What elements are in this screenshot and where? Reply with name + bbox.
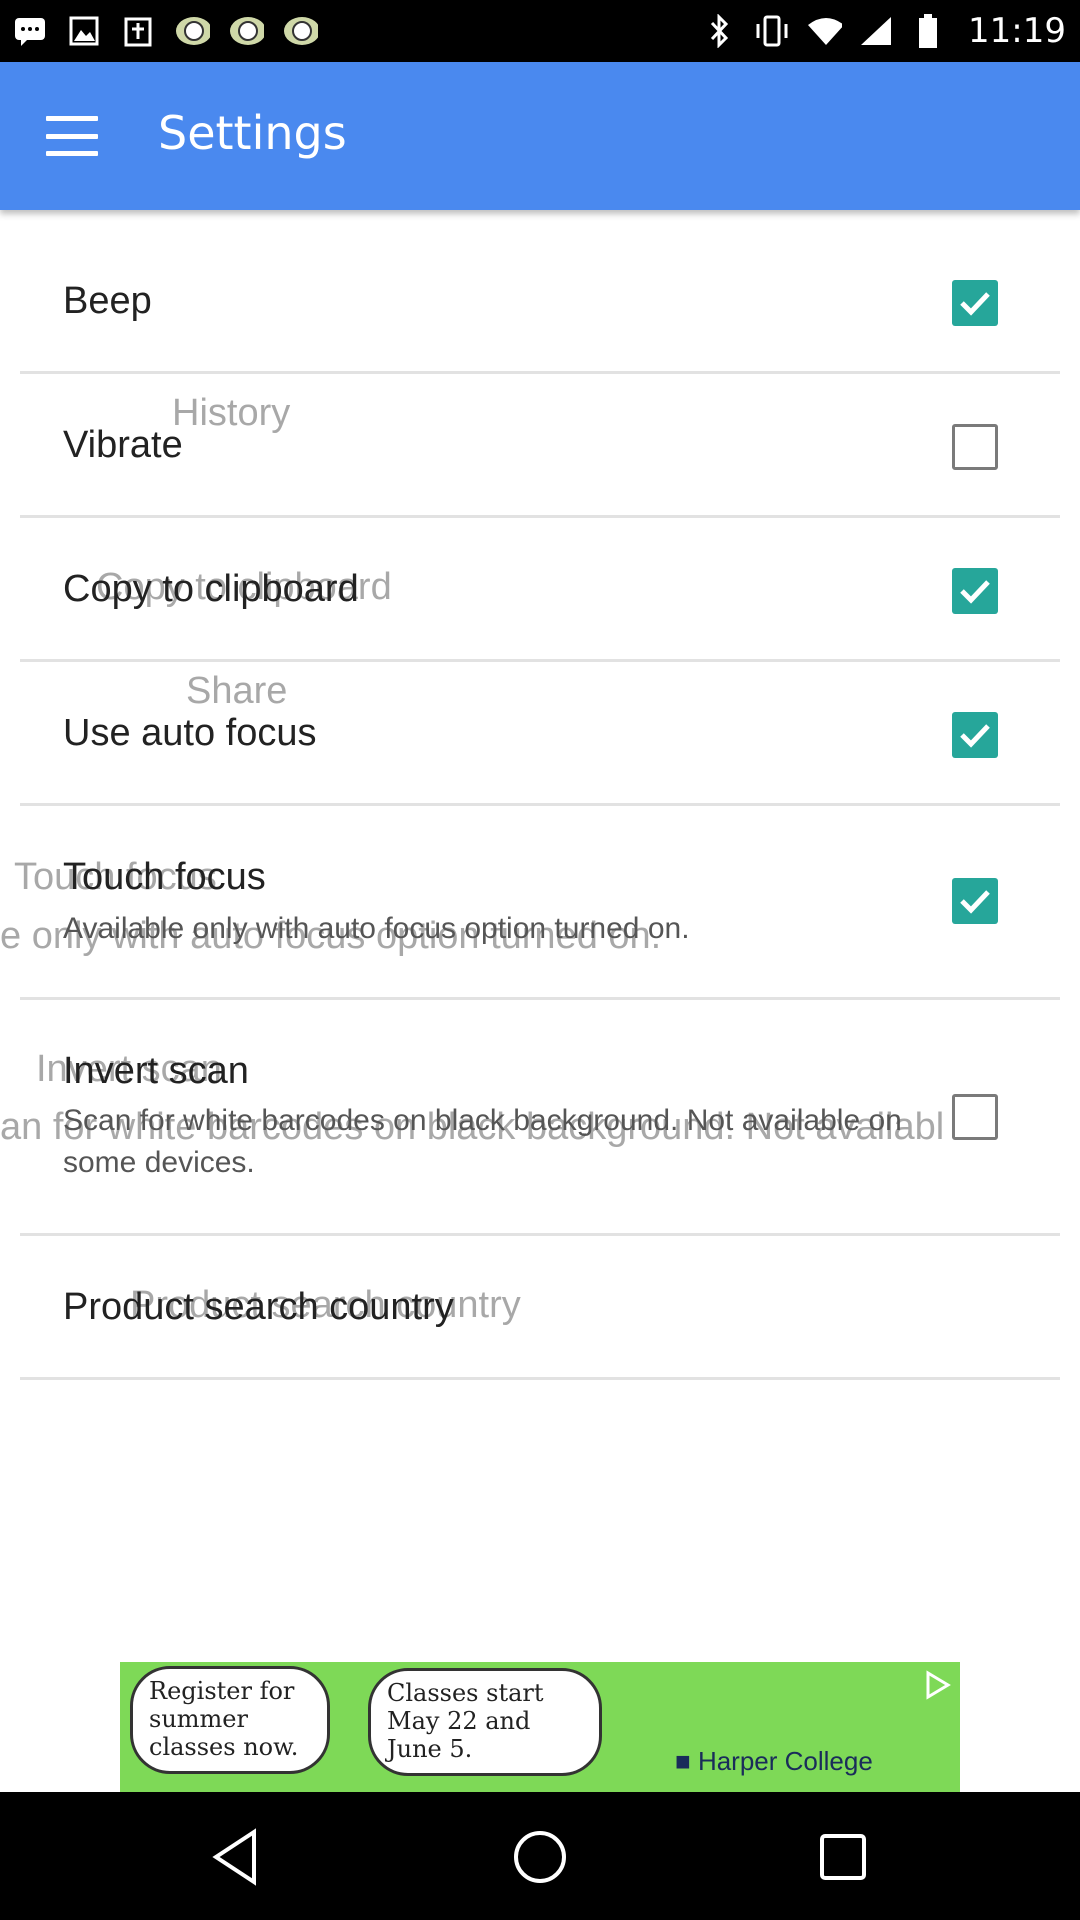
setting-subtitle: Scan for white barcodes on black backgro… <box>63 1104 902 1179</box>
divider <box>20 1377 1060 1380</box>
soccer-icon <box>228 13 264 49</box>
setting-title: Invert scan <box>63 1050 249 1092</box>
setting-vibrate[interactable]: Vibrate <box>20 374 1060 518</box>
navigation-bar <box>0 1792 1080 1920</box>
vibrate-icon <box>754 13 790 49</box>
setting-product-search-country[interactable]: Product search country <box>20 1236 1060 1380</box>
setting-title: Use auto focus <box>63 712 317 754</box>
ad-brand: Harper College <box>697 1746 873 1776</box>
clock: 11:19 <box>968 11 1066 51</box>
touch-focus-checkbox[interactable] <box>952 878 998 924</box>
copy-checkbox[interactable] <box>952 568 998 614</box>
setting-title: Touch focus <box>63 856 266 898</box>
setting-title: Beep <box>63 280 152 322</box>
setting-subtitle: Available only with auto focus option tu… <box>63 912 690 945</box>
system-icons: 11:19 <box>702 8 1066 54</box>
soccer-icon <box>174 13 210 49</box>
chat-icon <box>12 13 48 49</box>
ad-bubble-classes: Classes start May 22 and June 5. <box>368 1668 602 1776</box>
home-icon[interactable] <box>505 1822 575 1892</box>
setting-title: Copy to clipboard <box>63 568 359 610</box>
image-icon <box>66 13 102 49</box>
setting-beep[interactable]: Beep <box>20 210 1060 374</box>
checkmark-icon <box>960 292 990 316</box>
setting-title: Product search country <box>63 1286 454 1328</box>
notification-icons <box>12 10 318 52</box>
beep-checkbox[interactable] <box>952 280 998 326</box>
setting-touch-focus[interactable]: Touch focus Available only with auto foc… <box>20 806 1060 1000</box>
auto-focus-checkbox[interactable] <box>952 712 998 758</box>
invert-scan-checkbox[interactable] <box>952 1094 998 1140</box>
soccer-icon <box>282 13 318 49</box>
setting-copy-to-clipboard[interactable]: Copy to clipboard <box>20 518 1060 662</box>
wifi-icon <box>806 13 843 49</box>
bluetooth-icon <box>702 13 738 49</box>
notification-icon <box>120 13 156 49</box>
ad-bubble-register: Register for summer classes now. <box>130 1666 330 1774</box>
signal-icon <box>858 13 894 49</box>
setting-invert-scan[interactable]: Invert scan Scan for white barcodes on b… <box>20 1000 1060 1236</box>
setting-use-auto-focus[interactable]: Use auto focus <box>20 662 1060 806</box>
checkmark-icon <box>960 580 990 604</box>
page-title: Settings <box>158 106 347 160</box>
back-icon[interactable] <box>202 1822 272 1892</box>
recents-icon[interactable] <box>808 1822 878 1892</box>
setting-title: Vibrate <box>63 424 183 466</box>
hamburger-menu-icon[interactable] <box>40 108 104 164</box>
status-bar: 11:19 <box>0 0 1080 62</box>
ad-play-icon[interactable] <box>922 1670 952 1700</box>
vibrate-checkbox[interactable] <box>952 424 998 470</box>
checkmark-icon <box>960 890 990 914</box>
ad-brand-logo: ■ Harper College <box>675 1746 873 1777</box>
harper-college-icon: ■ <box>675 1746 698 1776</box>
ad-banner[interactable]: Register for summer classes now. Classes… <box>120 1662 960 1792</box>
battery-icon <box>910 13 946 49</box>
checkmark-icon <box>960 724 990 748</box>
app-bar: Settings <box>0 62 1080 210</box>
